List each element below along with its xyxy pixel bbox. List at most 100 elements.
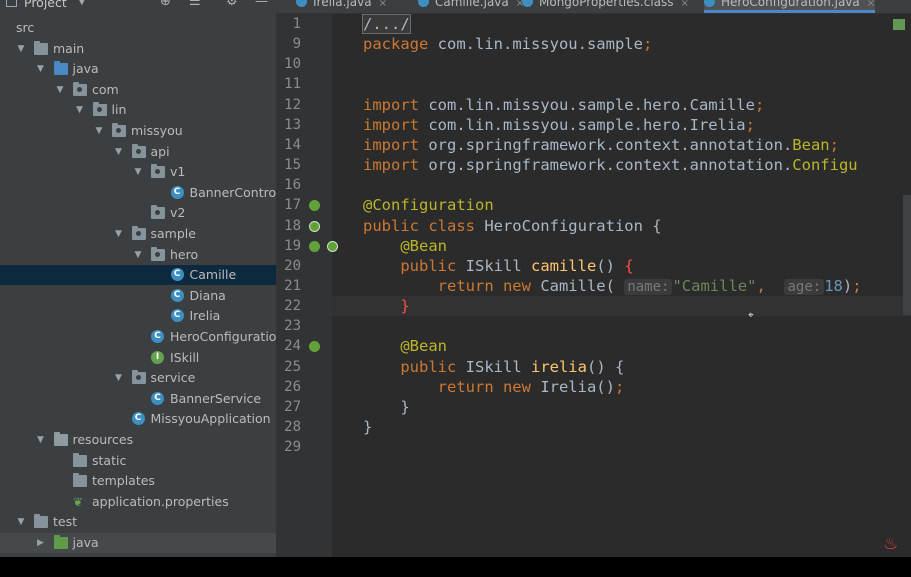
project-sidebar: Project ▼ ⊕ ☰ ⚙ — src ▼ main ▼ java ▼ com ▼ lin ▼… [0,0,276,557]
code-line[interactable]: } [363,397,409,417]
chevron-down-icon[interactable]: ▼ [113,142,125,162]
folder-icon [53,535,68,549]
editor-tab[interactable]: HeroConfiguration.java × [704,0,876,13]
editor-tab[interactable]: Camille.java × [418,0,524,13]
collapse-icon[interactable]: ☰ [189,0,201,9]
code-line[interactable]: package com.lin.missyou.sample; [363,34,652,54]
code-editor: Irelia.java × Camille.java × MongoProperties… [276,0,911,557]
tree-item[interactable]: ▼ lin [0,100,276,120]
project-icon [6,0,17,7]
target-icon[interactable]: ⊕ [160,0,171,9]
code-line[interactable]: } [363,296,409,316]
close-icon[interactable]: × [867,0,875,9]
editor-tab[interactable]: MongoProperties.class × [522,0,689,13]
gear-icon[interactable]: ⚙ [226,0,238,9]
project-panel-title[interactable]: Project [24,0,67,10]
chevron-down-icon[interactable]: ▼ [132,245,144,265]
tree-item[interactable]: ▼ missyou [0,121,276,141]
tree-item-label: ISkill [170,349,200,365]
code-line[interactable]: public class HeroConfiguration { [363,216,662,236]
code-line[interactable]: public ISkill irelia() { [363,357,624,377]
tree-item[interactable]: ▼ v1 [0,162,276,182]
tree-item[interactable]: v2 [0,203,276,223]
chevron-down-icon[interactable]: ▼ [35,59,47,79]
chevron-down-icon[interactable]: ▼ [15,512,27,532]
tree-item[interactable]: C HeroConfiguration [0,327,276,347]
tree-item-label: service [150,370,196,386]
code-line[interactable]: import com.lin.missyou.sample.hero.Ireli… [363,115,755,135]
code-line[interactable]: /.../ [362,14,411,34]
tree-item-label: hero [170,246,199,262]
code-line[interactable]: public ISkill camille() { [363,256,633,276]
spring-bean-icon[interactable] [327,240,338,252]
line-number: 13 [284,116,301,133]
line-number: 16 [284,177,301,194]
tree-item[interactable]: C Camille [0,265,276,286]
tree-item[interactable]: templates [0,471,276,491]
folder-icon [73,452,87,467]
tree-item-label: static [92,452,127,468]
tree-item[interactable]: ▼ api [0,142,276,162]
line-number: 25 [284,358,301,375]
tree-item-label: src [16,20,35,35]
chevron-down-icon[interactable]: ▼ [132,162,144,182]
chevron-right-icon[interactable]: ▶ [35,533,47,553]
package-icon [151,205,165,220]
code-line[interactable]: import org.springframework.context.annot… [363,155,858,175]
tree-item[interactable]: ▼ java [0,59,276,79]
tree-item[interactable]: ▼ main [0,39,276,59]
code-line[interactable]: @Bean [363,236,447,256]
chevron-down-icon[interactable]: ▼ [15,39,27,59]
tree-item[interactable]: ▼ resources [0,430,276,450]
minimize-icon[interactable]: — [255,0,268,9]
editor-tab[interactable]: Irelia.java × [296,0,387,13]
chevron-down-icon[interactable]: ▼ [74,100,86,120]
tree-item[interactable]: C Irelia [0,306,276,326]
tree-item[interactable]: ▼ hero [0,245,276,265]
tree-item[interactable]: C BannerController [0,183,276,203]
close-icon[interactable]: × [681,0,689,9]
folder-icon [34,40,48,55]
code-line[interactable]: } [363,417,372,437]
code-line[interactable]: return new Irelia(); [363,377,625,397]
tree-item[interactable]: ❦ application.properties [0,492,276,512]
inspection-status-icon[interactable] [893,19,905,30]
chevron-down-icon[interactable]: ▼ [93,121,105,141]
tree-item[interactable]: src [0,18,276,38]
folder-icon [53,61,68,76]
spring-bean-icon[interactable] [309,240,320,252]
tree-item-label: Irelia [189,308,221,324]
tree-item[interactable]: C BannerService [0,389,276,409]
tree-item[interactable]: ▼ com [0,80,276,100]
tree-item[interactable]: static [0,451,276,471]
tree-item-label: com [92,81,119,97]
tab-label: MongoProperties.class [539,0,674,9]
code-line[interactable]: import org.springframework.context.annot… [363,135,839,155]
spring-bean-icon[interactable] [309,200,320,212]
tree-item[interactable]: ▼ service [0,368,276,388]
code-line[interactable]: @Bean [363,336,447,356]
package-icon [112,123,126,137]
tree-item[interactable]: ▶ java [0,533,276,553]
spring-bean-icon[interactable] [309,341,320,353]
chevron-down-icon[interactable]: ▼ [54,80,66,100]
tree-item-label: java [72,61,99,77]
package-icon [151,164,165,179]
tree-item[interactable]: C MissyouApplication [0,409,276,429]
tree-item[interactable]: ▼ sample [0,224,276,244]
code-line[interactable]: @Configuration [363,195,494,215]
code-line[interactable]: import com.lin.missyou.sample.hero.Camil… [363,95,764,115]
chevron-down-icon[interactable]: ▼ [78,0,86,7]
chevron-down-icon[interactable]: ▼ [113,224,125,244]
spring-config-icon[interactable] [309,220,320,232]
tree-item[interactable]: C Diana [0,286,276,306]
vertical-scrollbar[interactable] [903,195,911,315]
code-line[interactable]: return new Camille( name: "Camille", age:… [363,276,862,296]
chevron-down-icon[interactable]: ▼ [35,430,47,450]
interface-icon: I [151,350,164,364]
tree-item[interactable]: ▼ test [0,512,276,532]
tree-item-label: BannerService [170,390,262,406]
chevron-down-icon[interactable]: ▼ [113,368,125,388]
tree-item[interactable]: I ISkill [0,348,276,368]
close-icon[interactable]: × [379,0,387,9]
